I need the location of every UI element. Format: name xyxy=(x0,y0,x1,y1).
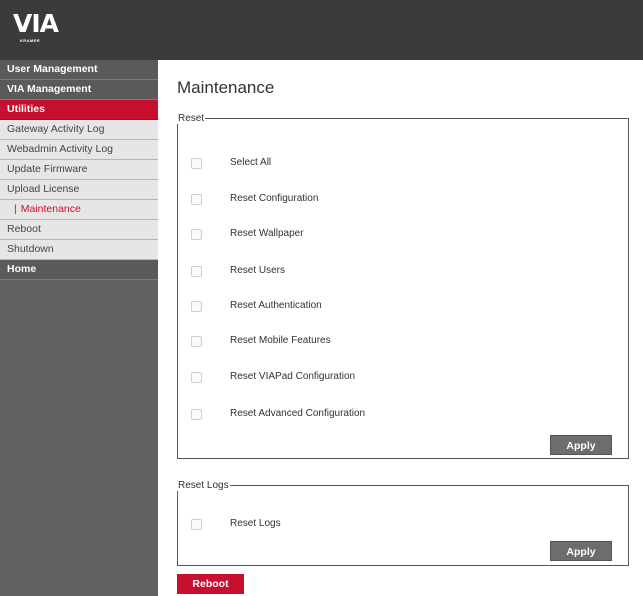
sidebar-item-reboot[interactable]: Reboot xyxy=(0,220,158,240)
sidebar-item-label: VIA Management xyxy=(7,83,92,95)
sidebar-item-label: User Management xyxy=(7,63,98,75)
reset-legend: Reset xyxy=(178,113,205,124)
reset-mobile-features-checkbox[interactable] xyxy=(191,335,202,347)
sidebar-item-via-management[interactable]: VIA Management xyxy=(0,80,158,100)
sidebar-item-label: Upload License xyxy=(7,183,80,195)
sidebar-item-label: Reboot xyxy=(7,223,41,235)
via-kramer-logo[interactable]: VIA KRAMER xyxy=(13,9,59,49)
reset-advanced-configuration-label: Reset Advanced Configuration xyxy=(230,408,366,419)
sidebar-item-maintenance[interactable]: | Maintenance xyxy=(0,200,158,220)
select-all-checkbox[interactable] xyxy=(191,157,202,169)
top-header: VIA KRAMER xyxy=(0,0,643,60)
sidebar-item-label: Utilities xyxy=(7,103,45,115)
reset-users-checkbox[interactable] xyxy=(191,265,202,277)
sidebar: User Management VIA Management Utilities… xyxy=(0,60,158,596)
sidebar-item-webadmin-activity-log[interactable]: Webadmin Activity Log xyxy=(0,140,158,160)
sidebar-item-home[interactable]: Home xyxy=(0,260,158,280)
reset-logs-fieldset: Reset Logs Reset Logs Apply xyxy=(177,480,629,566)
reset-logs-apply-button[interactable]: Apply xyxy=(550,541,612,561)
reset-viapad-configuration-row: Reset VIAPad Configuration xyxy=(191,370,355,384)
reset-wallpaper-row: Reset Wallpaper xyxy=(191,227,304,241)
sidebar-item-label: Maintenance xyxy=(20,203,81,215)
reboot-button[interactable]: Reboot xyxy=(177,574,244,594)
reset-wallpaper-checkbox[interactable] xyxy=(191,228,202,240)
reset-authentication-checkbox[interactable] xyxy=(191,300,202,312)
sidebar-item-utilities[interactable]: Utilities xyxy=(0,100,158,120)
reset-users-label: Reset Users xyxy=(230,265,286,276)
reset-logs-label: Reset Logs xyxy=(230,518,281,529)
reset-wallpaper-label: Reset Wallpaper xyxy=(230,228,304,239)
sidebar-item-label: Shutdown xyxy=(7,243,54,255)
reset-logs-row: Reset Logs xyxy=(191,517,281,531)
reset-advanced-configuration-checkbox[interactable] xyxy=(191,408,202,420)
sidebar-item-label: Gateway Activity Log xyxy=(7,123,105,135)
sidebar-item-shutdown[interactable]: Shutdown xyxy=(0,240,158,260)
reset-viapad-configuration-label: Reset VIAPad Configuration xyxy=(230,371,356,382)
reset-fieldset: Reset Select All Reset Configuration Res… xyxy=(177,113,629,459)
sidebar-item-label: Home xyxy=(7,263,37,275)
reset-mobile-features-label: Reset Mobile Features xyxy=(230,335,331,346)
reset-configuration-checkbox[interactable] xyxy=(191,193,202,205)
sidebar-item-user-management[interactable]: User Management xyxy=(0,60,158,80)
reset-configuration-row: Reset Configuration xyxy=(191,192,318,206)
reset-users-row: Reset Users xyxy=(191,264,285,278)
reset-apply-button[interactable]: Apply xyxy=(550,435,612,455)
current-page-marker: | xyxy=(14,203,17,215)
reset-authentication-row: Reset Authentication xyxy=(191,299,322,313)
reset-configuration-label: Reset Configuration xyxy=(230,193,319,204)
select-all-label: Select All xyxy=(230,157,272,168)
reset-authentication-label: Reset Authentication xyxy=(230,300,322,311)
logo-text: VIA xyxy=(13,9,59,38)
reset-advanced-configuration-row: Reset Advanced Configuration xyxy=(191,407,365,421)
reset-logs-checkbox[interactable] xyxy=(191,518,202,530)
reset-mobile-features-row: Reset Mobile Features xyxy=(191,334,331,348)
sidebar-item-label: Update Firmware xyxy=(7,163,88,175)
logo-subtext: KRAMER xyxy=(20,38,40,43)
page-title: Maintenance xyxy=(177,78,275,97)
reset-viapad-configuration-checkbox[interactable] xyxy=(191,371,202,383)
sidebar-item-gateway-activity-log[interactable]: Gateway Activity Log xyxy=(0,120,158,140)
select-all-row: Select All xyxy=(191,156,271,170)
sidebar-item-upload-license[interactable]: Upload License xyxy=(0,180,158,200)
sidebar-item-label: Webadmin Activity Log xyxy=(7,143,114,155)
sidebar-item-update-firmware[interactable]: Update Firmware xyxy=(0,160,158,180)
reset-logs-legend: Reset Logs xyxy=(178,480,229,491)
